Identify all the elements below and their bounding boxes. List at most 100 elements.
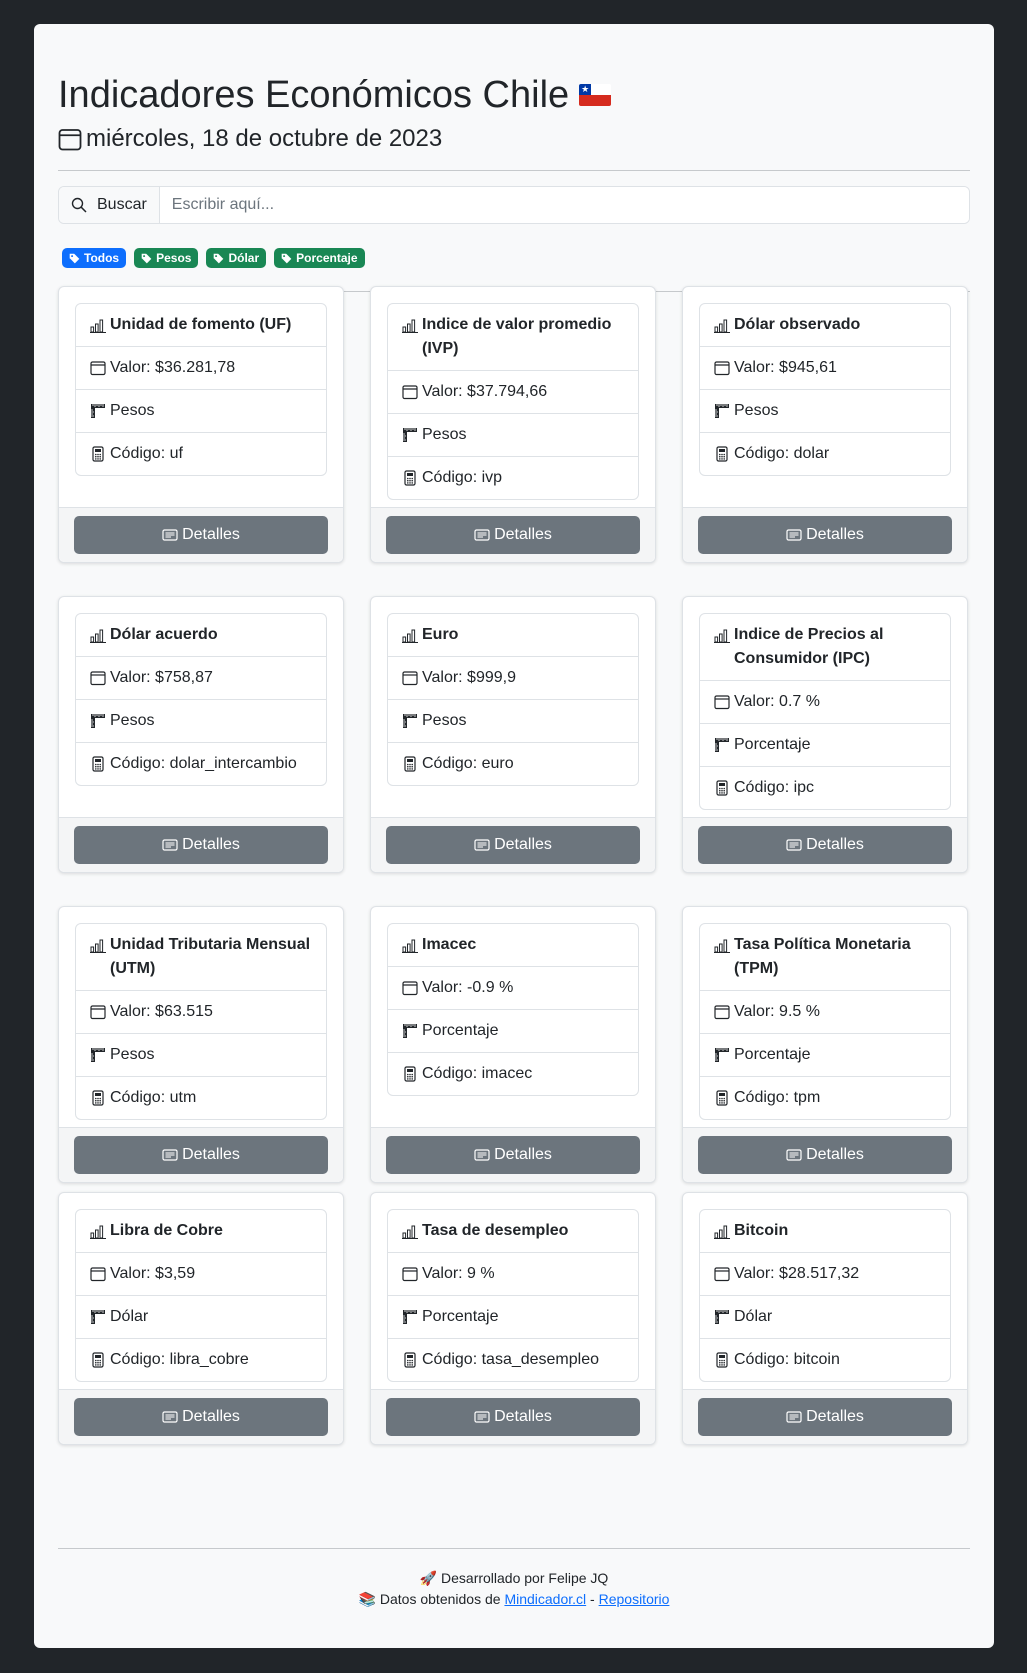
search-input[interactable] — [159, 187, 969, 223]
indicator-details-list: Libra de Cobre Valor: $3,59 Dólar Código: l… — [75, 1209, 327, 1382]
search-addon: Buscar — [59, 187, 160, 223]
ruler-icon — [91, 1310, 105, 1324]
indicator-unit: Pesos — [388, 413, 638, 456]
indicator-value: Valor: $3,59 — [76, 1252, 326, 1295]
indicator-name: Libra de Cobre — [76, 1210, 326, 1252]
calculator-icon — [92, 756, 104, 772]
indicator-name: Unidad Tributaria Mensual (UTM) — [76, 924, 326, 990]
indicator-value: Valor: $28.517,32 — [700, 1252, 950, 1295]
calendar-icon — [714, 1005, 730, 1020]
repository-link[interactable]: Repositorio — [599, 1591, 670, 1607]
details-button[interactable]: Detalles — [386, 1136, 640, 1174]
indicator-unit: Porcentaje — [388, 1295, 638, 1338]
indicator-details-list: Dólar acuerdo Valor: $758,87 Pesos Código: … — [75, 613, 327, 786]
header-divider — [58, 170, 970, 171]
indicator-unit: Pesos — [76, 1033, 326, 1076]
indicator-name: Tasa de desempleo — [388, 1210, 638, 1252]
indicator-unit: Pesos — [76, 389, 326, 432]
calendar-icon — [58, 129, 82, 151]
details-button[interactable]: Detalles — [698, 516, 952, 554]
current-date-text: miércoles, 18 de octubre de 2023 — [86, 125, 443, 152]
filter-badge-3[interactable]: Porcentaje — [274, 248, 365, 268]
calculator-icon — [404, 756, 416, 772]
mindicador-link[interactable]: Mindicador.cl — [504, 1591, 586, 1607]
calendar-icon — [90, 1267, 106, 1282]
card-footer: Detalles — [683, 1127, 967, 1182]
footer-divider — [58, 1548, 970, 1549]
calculator-icon — [716, 446, 728, 462]
tag-icon — [69, 253, 80, 263]
indicator-value: Valor: $36.281,78 — [76, 346, 326, 389]
indicator-name: Imacec — [388, 924, 638, 966]
ruler-icon — [715, 1048, 729, 1062]
indicator-code: Código: dolar_intercambio — [76, 742, 326, 785]
filter-badge-0[interactable]: Todos — [62, 248, 127, 268]
indicator-name: Dólar acuerdo — [76, 614, 326, 656]
indicator-card-imacec: Imacec Valor: -0.9 % Porcentaje Código: ima… — [370, 906, 656, 1183]
page-footer: 🚀 Desarrollado por Felipe JQ 📚 Datos obt… — [34, 1568, 994, 1610]
indicator-unit: Dólar — [700, 1295, 950, 1338]
details-button[interactable]: Detalles — [698, 1136, 952, 1174]
indicator-details-list: Tasa Política Monetaria (TPM) Valor: 9.5 … — [699, 923, 951, 1120]
indicator-unit: Porcentaje — [700, 1033, 950, 1076]
indicator-details-list: Euro Valor: $999,9 Pesos Código: euro — [387, 613, 639, 786]
current-date: miércoles, 18 de octubre de 2023 — [58, 122, 970, 156]
calculator-icon — [92, 446, 104, 462]
details-button[interactable]: Detalles — [74, 1136, 328, 1174]
calculator-icon — [716, 1090, 728, 1106]
footer-sources: 📚 Datos obtenidos de Mindicador.cl - Rep… — [358, 1591, 670, 1607]
card-text-icon — [786, 1411, 802, 1423]
card-text-icon — [162, 529, 178, 541]
details-button[interactable]: Detalles — [386, 826, 640, 864]
calculator-icon — [92, 1090, 104, 1106]
card-footer: Detalles — [59, 1127, 343, 1182]
bar-chart-icon — [714, 939, 730, 953]
calendar-icon — [90, 361, 106, 376]
bar-chart-icon — [90, 629, 106, 643]
indicator-name: Indice de Precios al Consumidor (IPC) — [700, 614, 950, 680]
details-button[interactable]: Detalles — [386, 516, 640, 554]
bar-chart-icon — [90, 939, 106, 953]
details-button[interactable]: Detalles — [74, 516, 328, 554]
indicator-card-tpm: Tasa Política Monetaria (TPM) Valor: 9.5 … — [682, 906, 968, 1183]
indicator-card-ivp: Indice de valor promedio (IVP) Valor: $37… — [370, 286, 656, 563]
calculator-icon — [404, 1066, 416, 1082]
details-button[interactable]: Detalles — [74, 1398, 328, 1436]
indicator-details-list: Imacec Valor: -0.9 % Porcentaje Código: ima… — [387, 923, 639, 1096]
indicator-card-tasa-desempleo: Tasa de desempleo Valor: 9 % Porcentaje Cód… — [370, 1192, 656, 1445]
calendar-icon — [402, 1267, 418, 1282]
search-icon — [71, 197, 87, 213]
details-button[interactable]: Detalles — [698, 1398, 952, 1436]
tag-icon — [281, 253, 292, 263]
ruler-icon — [403, 714, 417, 728]
indicator-unit: Dólar — [76, 1295, 326, 1338]
card-footer: Detalles — [59, 817, 343, 872]
bar-chart-icon — [714, 319, 730, 333]
indicator-details-list: Indice de valor promedio (IVP) Valor: $37… — [387, 303, 639, 500]
page-title-text: Indicadores Económicos Chile — [58, 74, 570, 116]
indicator-details-list: Unidad de fomento (UF) Valor: $36.281,78 P… — [75, 303, 327, 476]
details-button[interactable]: Detalles — [74, 826, 328, 864]
page-title: Indicadores Económicos Chile ★ — [58, 72, 970, 118]
ruler-icon — [403, 1024, 417, 1038]
indicator-value: Valor: 9 % — [388, 1252, 638, 1295]
main-panel: Indicadores Económicos Chile ★ miércoles… — [34, 24, 994, 1648]
card-text-icon — [474, 529, 490, 541]
indicator-code: Código: uf — [76, 432, 326, 475]
indicator-card-libra-cobre: Libra de Cobre Valor: $3,59 Dólar Código: l… — [58, 1192, 344, 1445]
calculator-icon — [404, 470, 416, 486]
indicator-code: Código: euro — [388, 742, 638, 785]
indicator-name: Unidad de fomento (UF) — [76, 304, 326, 346]
tag-icon — [141, 253, 152, 263]
card-text-icon — [162, 1149, 178, 1161]
filter-badge-1[interactable]: Pesos — [134, 248, 199, 268]
details-button[interactable]: Detalles — [386, 1398, 640, 1436]
filter-badge-2[interactable]: Dólar — [206, 248, 267, 268]
indicator-unit: Pesos — [388, 699, 638, 742]
indicator-details-list: Tasa de desempleo Valor: 9 % Porcentaje Cód… — [387, 1209, 639, 1382]
indicator-card-dolar-intercambio: Dólar acuerdo Valor: $758,87 Pesos Código: … — [58, 596, 344, 873]
ruler-icon — [715, 404, 729, 418]
details-button[interactable]: Detalles — [698, 826, 952, 864]
bar-chart-icon — [714, 1225, 730, 1239]
bar-chart-icon — [402, 319, 418, 333]
